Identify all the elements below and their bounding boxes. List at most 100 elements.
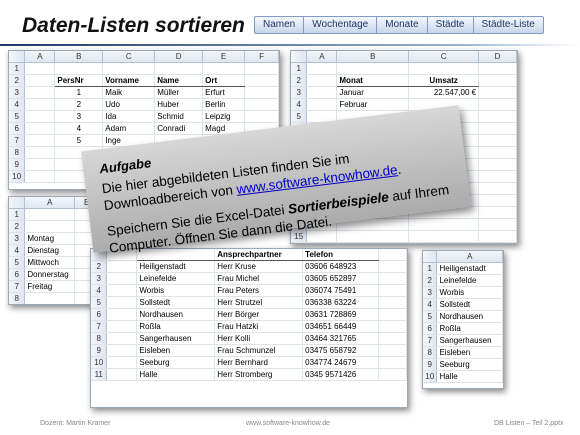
sheet-cell[interactable]: Frau Peters xyxy=(214,284,304,297)
sheet-cell[interactable]: Februar xyxy=(336,98,410,111)
sheet-cell[interactable]: Donnerstag xyxy=(24,268,76,281)
sheet-cell[interactable] xyxy=(106,332,138,345)
row-number[interactable]: 6 xyxy=(9,122,26,135)
sheet-cell[interactable] xyxy=(244,86,279,99)
sheet-cell[interactable] xyxy=(336,62,410,75)
column-header[interactable]: D xyxy=(478,51,517,63)
row-number[interactable]: 3 xyxy=(91,272,108,285)
column-header[interactable]: E xyxy=(202,51,246,63)
sheet-cell[interactable] xyxy=(24,146,56,159)
sheet-cell[interactable]: Ort xyxy=(202,74,246,87)
sheet-cell[interactable]: Eisleben xyxy=(436,346,503,359)
sheet-cell[interactable] xyxy=(408,62,480,75)
row-number[interactable]: 6 xyxy=(9,268,26,281)
sheet-cell[interactable]: Herr Stromberg xyxy=(214,368,304,381)
sheet-cell[interactable] xyxy=(478,206,517,219)
sheet-cell[interactable]: Leinefelde xyxy=(436,274,503,287)
sheet-cell[interactable] xyxy=(306,230,338,243)
sheet-cell[interactable]: Schmid xyxy=(154,110,204,123)
row-number[interactable]: 5 xyxy=(91,296,108,309)
row-number[interactable]: 3 xyxy=(9,86,26,99)
row-number[interactable]: 7 xyxy=(9,280,26,293)
sheet-cell[interactable]: Frau Hatzki xyxy=(214,320,304,333)
sheet-cell[interactable] xyxy=(378,368,407,381)
sheet-cell[interactable]: Seeburg xyxy=(136,356,216,369)
sheet-cell[interactable] xyxy=(378,296,407,309)
column-header[interactable]: A xyxy=(306,51,338,63)
tab-staedte[interactable]: Städte xyxy=(427,16,474,34)
sheet-cell[interactable] xyxy=(24,220,76,233)
sheet-cell[interactable] xyxy=(106,284,138,297)
sheet-cell[interactable] xyxy=(378,344,407,357)
sheet-cell[interactable]: Udo xyxy=(102,98,156,111)
sheet-cell[interactable] xyxy=(24,122,56,135)
sheet-cell[interactable] xyxy=(378,308,407,321)
sheet-cell[interactable]: 034774 24679 xyxy=(302,356,380,369)
sheet-cell[interactable] xyxy=(378,332,407,345)
row-number[interactable]: 9 xyxy=(91,344,108,357)
sheet-cell[interactable] xyxy=(106,260,138,273)
sheet-cell[interactable]: Conradi xyxy=(154,122,204,135)
column-header[interactable]: A xyxy=(24,51,56,63)
column-header[interactable]: D xyxy=(154,51,204,63)
sheet-cell[interactable]: Name xyxy=(154,74,204,87)
sheet-cell[interactable]: Frau Michel xyxy=(214,272,304,285)
row-number[interactable]: 4 xyxy=(9,244,26,257)
sheet-cell[interactable]: Halle xyxy=(436,370,503,383)
row-number[interactable]: 10 xyxy=(9,170,26,183)
row-number[interactable]: 2 xyxy=(9,220,26,233)
sheet-cell[interactable] xyxy=(478,182,517,195)
tab-wochentage[interactable]: Wochentage xyxy=(304,16,378,34)
sheet-cell[interactable]: 036338 63224 xyxy=(302,296,380,309)
sheet-cell[interactable]: Ida xyxy=(102,110,156,123)
sheet-cell[interactable] xyxy=(478,218,517,231)
sheet-cell[interactable] xyxy=(244,98,279,111)
sheet-cell[interactable]: Sangerhausen xyxy=(436,334,503,347)
sheet-cell[interactable] xyxy=(478,98,517,111)
corner-cell[interactable] xyxy=(423,251,438,263)
row-number[interactable]: 10 xyxy=(423,370,438,383)
sheet-cell[interactable]: Eisleben xyxy=(136,344,216,357)
sheet-cell[interactable]: Huber xyxy=(154,98,204,111)
sheet-cell[interactable]: 03631 728869 xyxy=(302,308,380,321)
sheet-cell[interactable] xyxy=(336,230,410,243)
tab-staedte-liste[interactable]: Städte-Liste xyxy=(473,16,544,34)
sheet-cell[interactable] xyxy=(478,194,517,207)
sheet-cell[interactable]: 03464 321765 xyxy=(302,332,380,345)
corner-cell[interactable] xyxy=(9,197,26,209)
row-number[interactable]: 7 xyxy=(91,320,108,333)
sheet-cell[interactable]: 1 xyxy=(54,86,104,99)
row-number[interactable]: 11 xyxy=(91,368,108,381)
sheet-cell[interactable]: Heiligenstadt xyxy=(436,262,503,275)
sheet-cell[interactable] xyxy=(24,158,56,171)
sheet-cell[interactable]: Adam xyxy=(102,122,156,135)
sheet-cell[interactable]: Herr Kruse xyxy=(214,260,304,273)
sheet-cell[interactable]: Januar xyxy=(336,86,410,99)
sheet-cell[interactable] xyxy=(24,74,56,87)
sheet-cell[interactable] xyxy=(478,134,517,147)
tab-namen[interactable]: Namen xyxy=(254,16,305,34)
row-number[interactable]: 8 xyxy=(9,146,26,159)
sheet-cell[interactable] xyxy=(202,62,246,75)
sheet-cell[interactable] xyxy=(408,218,480,231)
sheet-cell[interactable]: Erfurt xyxy=(202,86,246,99)
sheet-cell[interactable] xyxy=(378,249,407,261)
sheet-cell[interactable] xyxy=(106,320,138,333)
sheet-cell[interactable]: 4 xyxy=(54,122,104,135)
sheet-cell[interactable] xyxy=(378,356,407,369)
sheet-cell[interactable] xyxy=(306,86,338,99)
sheet-cell[interactable]: Herr Bernhard xyxy=(214,356,304,369)
sheet-cell[interactable]: Freitag xyxy=(24,280,76,293)
row-number[interactable]: 1 xyxy=(9,208,26,221)
row-number[interactable]: 2 xyxy=(291,74,308,87)
column-header[interactable]: F xyxy=(244,51,279,63)
sheet-cell[interactable] xyxy=(478,158,517,171)
row-number[interactable]: 9 xyxy=(423,358,438,371)
sheet-cell[interactable]: Sangerhausen xyxy=(136,332,216,345)
sheet-cell[interactable]: Roßla xyxy=(436,322,503,335)
sheet-cell[interactable] xyxy=(244,74,279,87)
sheet-cell[interactable] xyxy=(478,74,517,87)
sheet-cell[interactable] xyxy=(24,62,56,75)
sheet-cell[interactable]: 2 xyxy=(54,98,104,111)
sheet-cell[interactable] xyxy=(24,134,56,147)
